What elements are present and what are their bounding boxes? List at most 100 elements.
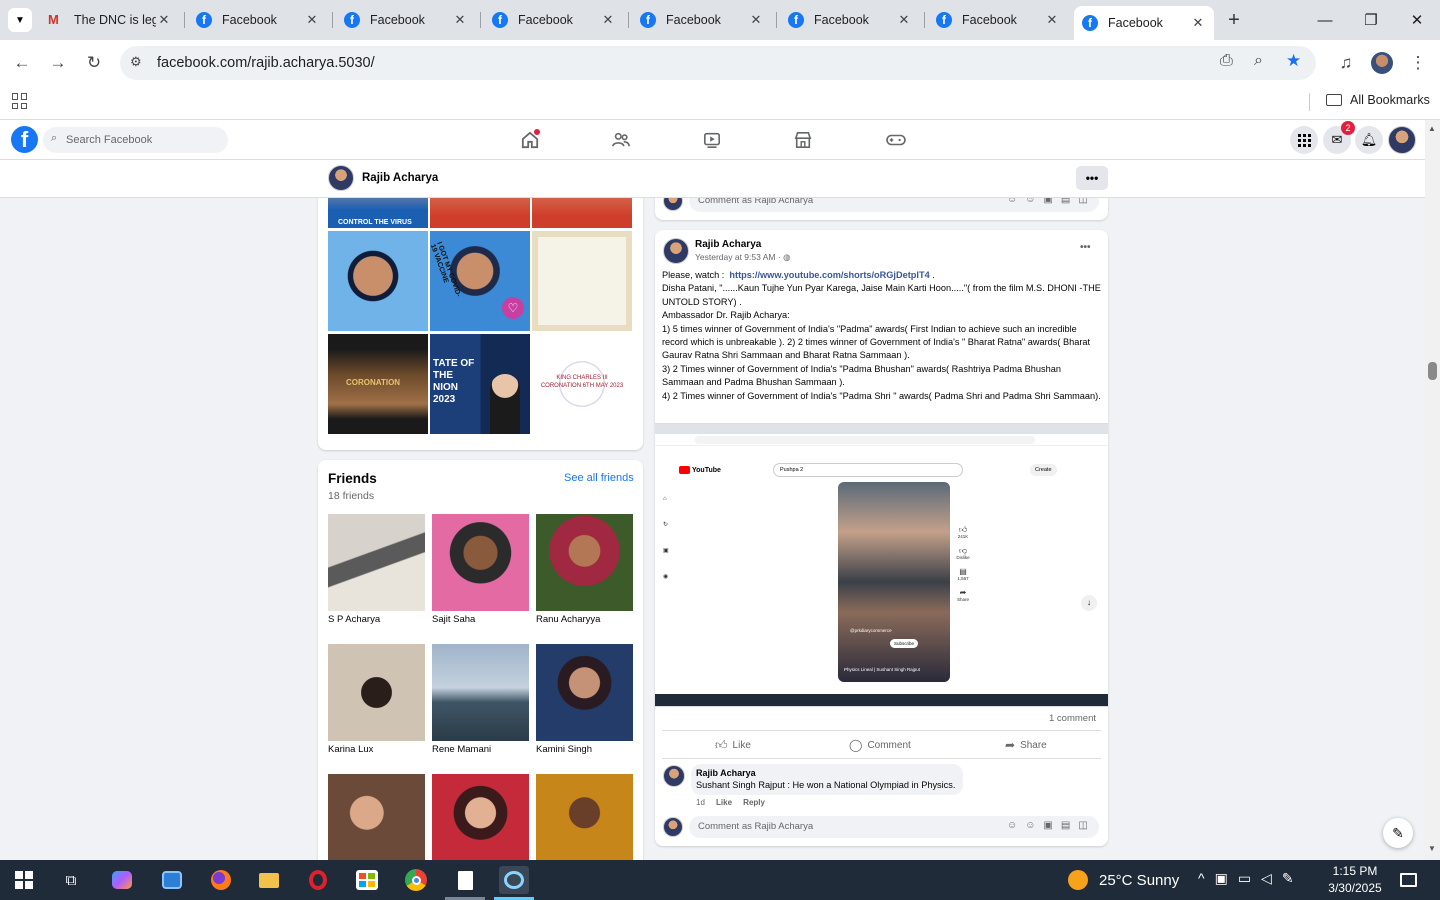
bookmark-star-icon[interactable]: ★ xyxy=(1286,51,1301,71)
notepad-app[interactable] xyxy=(450,866,480,894)
weather-widget[interactable]: 25°C Sunny xyxy=(1068,870,1179,890)
forward-button[interactable]: → xyxy=(44,49,72,77)
start-button[interactable] xyxy=(9,866,39,894)
notifications-button[interactable]: 🔔︎ xyxy=(1355,126,1383,154)
all-bookmarks-button[interactable]: All Bookmarks xyxy=(1326,93,1430,107)
friend-name[interactable]: Rene Mamani xyxy=(432,744,491,755)
friend-name[interactable]: Kamini Singh xyxy=(536,744,592,755)
comment-like-link[interactable]: Like xyxy=(716,798,732,807)
close-icon[interactable]: ✕ xyxy=(748,12,764,28)
share-button[interactable]: ➦ Share xyxy=(1005,738,1047,752)
comment-age[interactable]: 1d xyxy=(696,798,705,807)
close-icon[interactable]: ✕ xyxy=(1190,15,1206,31)
post-image[interactable]: YouTube Pushpa 2 Create ⌂ ↻ ▣ ◉ Subscribe @… xyxy=(655,423,1108,707)
friend-photo[interactable] xyxy=(328,644,425,741)
close-icon[interactable]: ✕ xyxy=(600,12,616,28)
post-link[interactable]: https://www.youtube.com/shorts/oRGjDetpI… xyxy=(729,270,929,280)
profile-avatar[interactable] xyxy=(1371,52,1393,74)
copilot-app[interactable] xyxy=(107,866,137,894)
comment-author[interactable]: Rajib Acharya xyxy=(696,768,955,778)
media-control-button[interactable]: ♫ xyxy=(1332,49,1360,77)
profile-name[interactable]: Rajib Acharya xyxy=(362,172,438,184)
browser-tab[interactable]: f Facebook ✕ xyxy=(928,6,1068,34)
browser-tab[interactable]: f Facebook ✕ xyxy=(188,6,328,34)
facebook-search-input[interactable]: ⌕ Search Facebook xyxy=(43,127,228,153)
friend-photo[interactable] xyxy=(432,514,529,611)
friend-photo[interactable] xyxy=(328,514,425,611)
comment-tools-icons[interactable]: ☺☺▣▤◫ xyxy=(1007,198,1096,205)
menu-button[interactable] xyxy=(1290,126,1318,154)
account-avatar[interactable] xyxy=(1388,126,1416,154)
friend-photo[interactable] xyxy=(536,644,633,741)
opera-app[interactable] xyxy=(303,866,333,894)
profile-more-button[interactable]: ••• xyxy=(1076,166,1108,190)
comment-reply-link[interactable]: Reply xyxy=(743,798,765,807)
close-icon[interactable]: ✕ xyxy=(1044,12,1060,28)
close-icon[interactable]: ✕ xyxy=(156,12,172,28)
friend-photo[interactable] xyxy=(432,644,529,741)
browser-menu-button[interactable]: ⋮ xyxy=(1404,49,1432,77)
browser-tab[interactable]: M The DNC is leg ✕ xyxy=(40,6,180,34)
friend-name[interactable]: S P Acharya xyxy=(328,614,380,625)
photo-thumbnail[interactable]: CORONATION xyxy=(328,334,428,434)
task-view-button[interactable]: ⧉ xyxy=(56,866,86,894)
file-explorer-app[interactable] xyxy=(254,866,284,894)
profile-avatar-small[interactable] xyxy=(328,165,354,191)
photo-thumbnail[interactable] xyxy=(532,198,632,228)
scroll-down-arrow[interactable]: ▼ xyxy=(1428,844,1436,853)
minimize-button[interactable]: — xyxy=(1302,0,1348,40)
photo-thumbnail[interactable] xyxy=(328,231,428,331)
friend-name[interactable]: Ranu Acharyya xyxy=(536,614,600,625)
comment-author-avatar[interactable] xyxy=(663,765,685,787)
page-scrollbar[interactable]: ▲ ▼ xyxy=(1425,120,1440,860)
nav-friends[interactable] xyxy=(609,128,633,152)
close-icon[interactable]: ✕ xyxy=(896,12,912,28)
new-tab-button[interactable]: + xyxy=(1222,8,1246,32)
snipping-tool-app[interactable] xyxy=(499,866,529,894)
apps-grid-icon[interactable] xyxy=(12,93,28,109)
photo-thumbnail[interactable]: TATE OF THE NION 2023 xyxy=(430,334,530,434)
back-button[interactable]: ← xyxy=(8,49,36,77)
remote-app[interactable] xyxy=(157,866,187,894)
facebook-logo-icon[interactable]: f xyxy=(11,126,38,153)
friend-name[interactable]: Karina Lux xyxy=(328,744,373,755)
browser-tab[interactable]: f Facebook ✕ xyxy=(484,6,624,34)
comment-count[interactable]: 1 comment xyxy=(1049,713,1096,724)
site-info-icon[interactable]: ⚙ xyxy=(130,54,142,70)
nav-marketplace[interactable] xyxy=(791,128,815,152)
reload-button[interactable]: ↻ xyxy=(80,49,108,77)
friend-name[interactable]: Sajit Saha xyxy=(432,614,475,625)
friend-photo[interactable] xyxy=(432,774,529,860)
scroll-up-arrow[interactable]: ▲ xyxy=(1428,124,1436,133)
install-app-icon[interactable]: ⎙ xyxy=(1220,52,1233,70)
comment-button[interactable]: ◯ Comment xyxy=(849,738,911,752)
photo-thumbnail[interactable] xyxy=(532,231,632,331)
browser-tab[interactable]: f Facebook ✕ xyxy=(336,6,476,34)
post-author-avatar[interactable] xyxy=(663,238,689,264)
photo-thumbnail[interactable] xyxy=(430,198,530,228)
post-author[interactable]: Rajib Acharya xyxy=(695,239,761,250)
zoom-icon[interactable]: ⌕ xyxy=(1254,52,1263,70)
scrollbar-thumb[interactable] xyxy=(1428,362,1437,380)
clock[interactable]: 1:15 PM 3/30/2025 xyxy=(1325,863,1385,897)
chrome-app[interactable] xyxy=(401,866,431,894)
new-message-button[interactable]: ✎ xyxy=(1383,818,1413,848)
comment-input[interactable]: Comment as Rajib Acharya ☺☺▣▤◫ xyxy=(689,198,1099,212)
photo-thumbnail[interactable]: KING CHARLES III CORONATION 6TH MAY 2023 xyxy=(532,334,632,434)
nav-gaming[interactable] xyxy=(884,128,908,152)
messenger-button[interactable]: ✉ 2 xyxy=(1323,121,1355,154)
system-tray[interactable]: ^▣▭◁✎ xyxy=(1198,870,1304,887)
browser-tab-active[interactable]: f Facebook ✕ xyxy=(1074,6,1214,40)
friend-photo[interactable] xyxy=(328,774,425,860)
friend-photo[interactable] xyxy=(536,514,633,611)
close-window-button[interactable]: ✕ xyxy=(1394,0,1440,40)
tab-search-button[interactable]: ▼ xyxy=(8,8,32,32)
comment-tools-icons[interactable]: ☺☺▣▤◫ xyxy=(1007,820,1096,831)
photo-thumbnail[interactable]: CONTROL THE VIRUS xyxy=(328,198,428,228)
friend-photo[interactable] xyxy=(536,774,633,860)
post-time[interactable]: Yesterday at 9:53 AM · ◍ xyxy=(695,252,790,263)
close-icon[interactable]: ✕ xyxy=(452,12,468,28)
firefox-app[interactable] xyxy=(206,866,236,894)
nav-watch[interactable] xyxy=(700,128,724,152)
store-app[interactable] xyxy=(352,866,382,894)
